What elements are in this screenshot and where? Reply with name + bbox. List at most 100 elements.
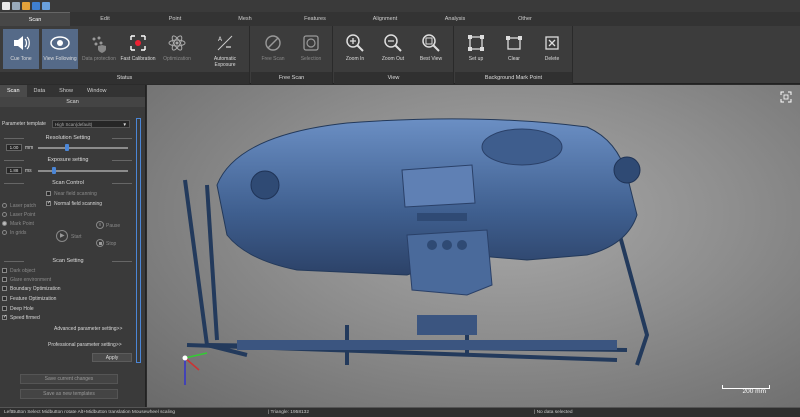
save-as-new-template-button[interactable]: Save as new templates: [20, 389, 118, 399]
tab-edit[interactable]: Edit: [70, 12, 140, 26]
cue-tone-button[interactable]: Cue Tone: [3, 29, 39, 69]
mode-label-laser-patch: Laser patch: [10, 203, 37, 209]
open-folder-icon[interactable]: [22, 2, 30, 10]
fullscreen-icon[interactable]: [780, 91, 792, 103]
start-label: Start: [71, 234, 82, 240]
advanced-parameter-link[interactable]: Advanced parameter setting>>: [54, 326, 122, 332]
glare-environment-checkbox[interactable]: [2, 277, 7, 282]
set-up-button[interactable]: Set up: [458, 29, 494, 69]
status-group: Cue Tone View Following Data protection …: [0, 26, 250, 84]
automatic-exposure-button[interactable]: A Automatic Exposure: [205, 29, 245, 69]
scan-panel: Scan Data Show Window Scan Parameter tem…: [0, 85, 146, 407]
delete-button[interactable]: Delete: [534, 29, 570, 69]
quick-access-bar: [0, 0, 800, 12]
status-bar: LeftButton Select Midbutton rotate Alt+M…: [0, 407, 800, 417]
resolution-value-field[interactable]: 1.00: [6, 144, 22, 151]
pause-button[interactable]: ॥: [96, 221, 104, 229]
3d-viewport[interactable]: 200 mm: [147, 85, 800, 407]
data-protection-icon: [88, 32, 110, 54]
atom-icon: [166, 32, 188, 54]
tab-scan[interactable]: Scan: [0, 12, 70, 26]
zoom-in-button[interactable]: Zoom In: [337, 29, 373, 69]
deep-hole-checkbox[interactable]: [2, 306, 7, 311]
delete-icon: [541, 32, 563, 54]
speaker-icon: [10, 32, 32, 54]
speed-firmed-checkbox[interactable]: [2, 314, 7, 320]
ribbon-tabs: Scan Edit Point Mesh Features Alignment …: [0, 12, 800, 26]
free-scan-button[interactable]: Free Scan: [255, 29, 291, 69]
best-view-button[interactable]: Best View: [413, 29, 449, 69]
zoom-out-button[interactable]: Zoom Out: [375, 29, 411, 69]
resolution-slider[interactable]: [38, 147, 128, 149]
stop-icon: [99, 242, 102, 245]
save-icon[interactable]: [32, 2, 40, 10]
dropdown-arrow-icon: ▼: [122, 122, 127, 127]
scan-control-title: Scan Control: [0, 180, 136, 186]
tab-mesh[interactable]: Mesh: [210, 12, 280, 26]
normal-field-checkbox[interactable]: [46, 200, 51, 206]
feature-optimization-label: Feature Optimization: [10, 296, 57, 302]
mode-label-mark-point: Mark Point: [10, 221, 34, 227]
feature-optimization-checkbox[interactable]: [2, 296, 7, 301]
background-mark-group: Set up Clear Delete Background Mark Poin…: [455, 26, 573, 84]
tab-other[interactable]: Other: [490, 12, 560, 26]
clear-icon: [503, 32, 525, 54]
tab-features[interactable]: Features: [280, 12, 350, 26]
selection-button[interactable]: Selection: [293, 29, 329, 69]
start-button[interactable]: ▶: [56, 230, 68, 242]
tab-analysis[interactable]: Analysis: [420, 12, 490, 26]
tab-point[interactable]: Point: [140, 12, 210, 26]
zoom-out-icon: [382, 32, 404, 54]
best-view-icon: [420, 32, 442, 54]
panel-scrollbar[interactable]: [136, 118, 141, 363]
view-following-button[interactable]: View Following: [42, 29, 78, 69]
status-hint: LeftButton Select Midbutton rotate Alt+M…: [4, 410, 176, 415]
stop-button[interactable]: [96, 239, 104, 247]
panel-tab-window[interactable]: Window: [80, 85, 114, 97]
ribbon: Cue Tone View Following Data protection …: [0, 26, 800, 84]
mode-radio-mark-point[interactable]: [2, 221, 7, 226]
zoom-in-icon: [344, 32, 366, 54]
scan-setting-title: Scan Setting: [0, 258, 136, 264]
settings-icon[interactable]: [12, 2, 20, 10]
optimization-button[interactable]: Optimization: [159, 29, 195, 69]
panel-tab-scan[interactable]: Scan: [0, 85, 27, 97]
fast-calibration-button[interactable]: Fast Calibration: [120, 29, 156, 69]
exposure-value-field[interactable]: 1.88: [6, 167, 22, 174]
scale-label: 200 mm: [742, 388, 766, 395]
deep-hole-label: Deep Hole: [10, 306, 34, 312]
clear-button[interactable]: Clear: [496, 29, 532, 69]
axis-triad: [182, 352, 208, 385]
export-icon[interactable]: [42, 2, 50, 10]
tab-alignment[interactable]: Alignment: [350, 12, 420, 26]
data-protection-button[interactable]: Data protection: [81, 29, 117, 69]
calibration-target-icon: [127, 32, 149, 54]
exposure-slider-handle[interactable]: [51, 167, 56, 174]
mode-radio-laser-patch[interactable]: [2, 203, 7, 208]
pause-label: Pause: [106, 223, 121, 229]
new-file-icon[interactable]: [2, 2, 10, 10]
mode-radio-in-grids[interactable]: [2, 230, 7, 235]
resolution-section-title: Resolution Setting: [0, 135, 136, 141]
free-scan-group-title: Free Scan: [251, 72, 332, 84]
mode-radio-laser-point[interactable]: [2, 212, 7, 217]
parameter-template-select[interactable]: High Scan(default) ▼: [52, 120, 130, 128]
professional-parameter-link[interactable]: Professional parameter setting>>: [48, 342, 122, 348]
mode-label-in-grids: In grids: [10, 230, 27, 236]
mark-group-title: Background Mark Point: [455, 72, 572, 84]
apply-button[interactable]: Apply: [92, 353, 132, 362]
near-field-checkbox[interactable]: [46, 191, 51, 196]
boundary-optimization-label: Boundary Optimization: [10, 286, 61, 292]
exposure-unit: ms: [25, 168, 32, 174]
scanned-dashboard-model: [182, 118, 650, 385]
mode-label-laser-point: Laser Point: [10, 212, 36, 218]
panel-tab-data[interactable]: Data: [27, 85, 53, 97]
glare-environment-label: Glare environment: [10, 277, 52, 283]
normal-field-label: Normal field scanning: [54, 201, 103, 207]
resolution-slider-handle[interactable]: [65, 144, 69, 151]
panel-tab-show[interactable]: Show: [52, 85, 80, 97]
save-current-changes-button[interactable]: Save current changes: [20, 374, 118, 384]
dark-object-label: Dark object: [10, 268, 36, 274]
dark-object-checkbox[interactable]: [2, 268, 7, 273]
boundary-optimization-checkbox[interactable]: [2, 286, 7, 291]
